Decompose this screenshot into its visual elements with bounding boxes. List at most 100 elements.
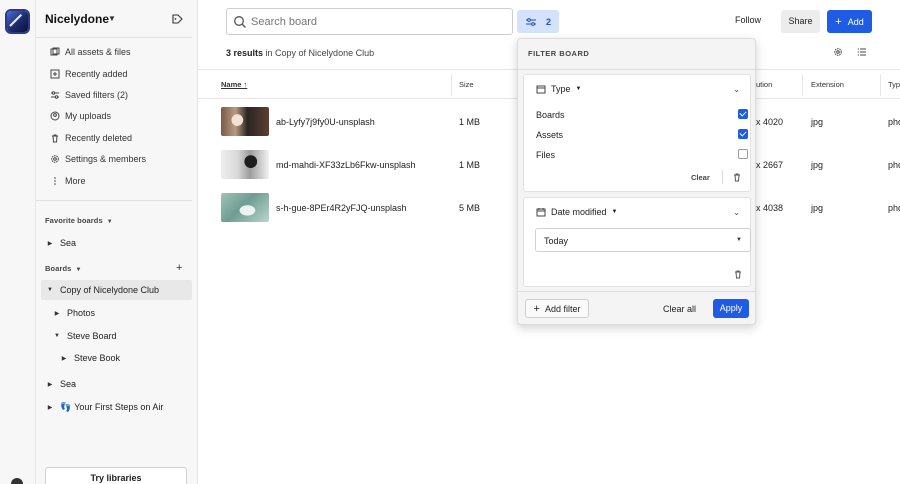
share-button[interactable]: Share [781,10,820,33]
workspace-name[interactable]: Nicelydone [45,12,109,26]
panel-divider [518,69,755,70]
add-filter-button[interactable]: + Add filter [525,299,589,318]
asset-thumbnail[interactable] [221,107,269,136]
file-size: 1 MB [459,160,481,170]
caret-down-icon: ▼ [575,86,582,92]
nav-settings-members[interactable]: Settings & members [50,152,146,166]
file-name[interactable]: ab-Lyfy7j9fy0U-unsplash [276,117,375,127]
caret-right-icon[interactable]: ▶ [46,381,54,388]
tag-icon[interactable] [170,12,184,26]
add-board-icon[interactable]: + [176,262,182,274]
search-box[interactable] [226,8,513,35]
chevron-down-icon[interactable]: ⌄ [733,85,740,94]
nav-all-assets[interactable]: All assets & files [50,45,131,59]
asset-thumbnail[interactable] [221,193,269,222]
more-vertical-icon [50,176,60,186]
divider [722,170,723,184]
caret-right-icon[interactable]: ▶ [46,404,54,411]
search-icon [234,16,246,28]
apply-button[interactable]: Apply [713,299,749,318]
caret-down-icon[interactable]: ▼ [53,333,61,339]
option-boards-checkbox[interactable] [738,109,748,119]
plus-square-icon [50,69,60,79]
file-size: 5 MB [459,203,481,213]
board-sea[interactable]: ▶ Sea [46,374,76,394]
settings-icon[interactable] [833,47,843,57]
column-header-name[interactable]: Name ↑ [221,80,247,89]
date-range-select[interactable]: Today ▼ [535,228,751,252]
caret-right-icon[interactable]: ▶ [53,310,61,317]
caret-down-icon: ▼ [736,237,742,243]
caret-right-icon[interactable]: ▶ [46,240,54,247]
column-header-size[interactable]: Size [459,80,474,89]
option-files-label: Files [536,150,556,160]
column-divider[interactable] [802,74,803,96]
date-filter-card: Date modified ▼ ⌄ Today ▼ [523,197,751,287]
caret-down-icon[interactable]: ▼ [108,14,116,23]
caret-right-icon[interactable]: ▶ [60,355,68,362]
file-name[interactable]: md-mahdi-XF33zLb6Fkw-unsplash [276,160,416,170]
list-view-icon[interactable] [857,47,867,57]
type-clear-button[interactable]: Clear [691,173,710,182]
nav-more[interactable]: More [50,174,86,188]
nav-my-uploads[interactable]: My uploads [50,109,111,123]
filter-sliders-icon [525,17,536,26]
app-logo[interactable] [7,11,28,32]
boards-heading[interactable]: Boards ▼ [45,264,82,273]
column-header-extension[interactable]: Extension [811,80,844,89]
filter-board-panel: FILTER BOARD Type ▼ ⌄ Boards Assets File… [517,38,756,325]
file-type: pho [888,117,900,127]
type-filter-header[interactable]: Type ▼ [536,84,581,94]
search-input[interactable] [251,13,501,31]
option-boards-label: Boards [536,110,565,120]
option-assets-label: Assets [536,130,564,140]
column-header-resolution[interactable]: ution [756,80,772,89]
nav-recently-added[interactable]: Recently added [50,67,128,81]
file-resolution: x 4038 [756,203,784,213]
panel-divider [518,291,755,292]
filter-panel-title: FILTER BOARD [528,49,590,58]
board-copy-of-nicelydone-club[interactable]: ▼ Copy of Nicelydone Club [41,280,192,300]
filter-count: 2 [545,16,551,27]
board-steve-board[interactable]: ▼ Steve Board [53,326,117,346]
gear-icon [50,154,60,164]
nav-recently-deleted[interactable]: Recently deleted [50,131,132,145]
filter-icon [50,90,60,100]
user-icon [50,111,60,121]
board-your-first-steps[interactable]: ▶ 👣 Your First Steps on Air [46,397,164,417]
caret-down-icon[interactable]: ▼ [46,287,54,293]
app-rail [0,0,36,484]
file-extension: jpg [811,117,824,127]
asset-thumbnail[interactable] [221,150,269,179]
file-size: 1 MB [459,117,481,127]
add-button[interactable]: + Add [827,10,872,33]
sidebar-divider [36,37,192,38]
filter-button[interactable]: 2 [517,10,559,33]
date-filter-header[interactable]: Date modified ▼ [536,207,617,217]
board-photos[interactable]: ▶ Photos [53,303,95,323]
trash-icon[interactable] [733,269,743,279]
box-icon [536,85,546,94]
plus-icon: + [533,302,540,315]
chevron-down-icon[interactable]: ⌄ [733,208,740,217]
sidebar: Nicelydone ▼ All assets & files Recently… [36,0,198,484]
favorite-boards-heading[interactable]: Favorite boards ▼ [45,216,113,225]
option-assets-checkbox[interactable] [738,129,748,139]
column-divider[interactable] [880,74,881,96]
nav-saved-filters[interactable]: Saved filters (2) [50,88,128,102]
type-filter-card: Type ▼ ⌄ Boards Assets Files [523,74,751,192]
file-name[interactable]: s-h-gue-8PEr4R2yFJQ-unsplash [276,203,407,213]
try-libraries-button[interactable]: Try libraries [45,467,187,484]
footprints-emoji: 👣 [60,401,72,412]
help-icon[interactable] [11,478,23,484]
clear-all-button[interactable]: Clear all [663,304,696,314]
column-header-type[interactable]: Typ [888,80,900,89]
follow-button[interactable]: Follow [735,15,761,25]
trash-icon[interactable] [732,172,742,182]
plus-icon: + [835,15,842,28]
column-divider[interactable] [451,74,452,96]
option-files-checkbox[interactable] [738,149,748,159]
calendar-icon [536,208,546,217]
board-steve-book[interactable]: ▶ Steve Book [60,348,120,368]
favorite-board-sea[interactable]: ▶ Sea [46,233,192,253]
